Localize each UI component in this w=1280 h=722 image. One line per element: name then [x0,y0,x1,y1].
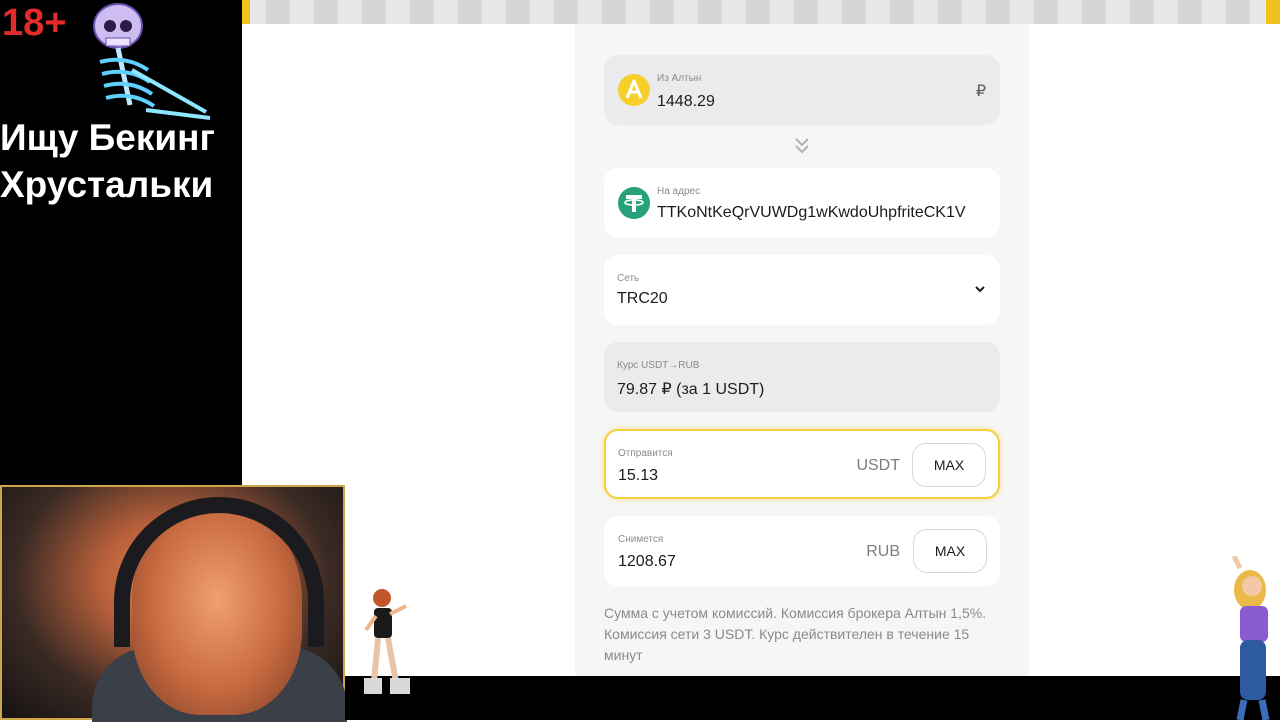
stream-title: Ищу Бекинг Хрустальки [0,114,215,208]
rate-value: 79.87 ₽ (за 1 USDT) [617,381,765,398]
stream-title-line-2: Хрустальки [0,164,214,205]
dancer-left-sticker [364,589,410,694]
tether-coin-icon [618,187,650,219]
send-amount-field[interactable]: Отправится 15.13 USDT MAX [604,429,1000,499]
network-value: TRC20 [617,290,668,307]
from-amount: 1448.29 [657,93,715,110]
send-unit: USDT [856,457,900,474]
age-badge: 18+ [2,2,67,44]
to-label: На адрес [657,186,701,197]
rate-label: Курс USDT→RUB [617,360,700,371]
top-strip-accent-right [1266,0,1280,24]
ruble-symbol: ₽ [975,83,986,100]
to-address-field[interactable]: На адрес TTKoNtKeQrVUWDg1wKwdoUhpfriteCK… [604,168,1000,238]
debit-amount-input[interactable]: 1208.67 [618,553,676,571]
stream-title-line-1: Ищу Бекинг [0,117,215,158]
top-strip-accent-left [242,0,250,24]
debit-max-button[interactable]: MAX [913,529,987,573]
bottom-stream-bar [345,676,1280,720]
from-label: Из Алтын [657,73,702,84]
debit-unit: RUB [866,543,900,560]
to-address: TTKoNtKeQrVUWDg1wKwdoUhpfriteCK1V [657,204,966,221]
chevron-down-icon [975,286,985,293]
network-label: Сеть [617,273,640,284]
send-label: Отправится [618,448,673,459]
rate-info: Курс USDT→RUB 79.87 ₽ (за 1 USDT) [604,342,1000,412]
dancer-right-sticker [1231,556,1270,720]
webcam-feed [0,485,347,722]
skeleton-icon [93,3,211,120]
top-stream-strip [242,0,1280,24]
stream-overlay-panel: 18+ Ищу Бекинг Хрустальки [0,0,242,487]
commission-note: Сумма с учетом комиссий. Комиссия брокер… [604,605,987,663]
debit-label: Снимется [618,534,664,545]
send-amount-input[interactable]: 15.13 [618,467,658,485]
from-account-field[interactable]: Из Алтын 1448.29 ₽ [604,55,1000,125]
headphones-icon [114,497,324,647]
double-chevron-down-icon[interactable] [792,136,812,156]
send-max-button[interactable]: MAX [912,443,986,487]
debit-amount-field[interactable]: Снимется 1208.67 RUB MAX [604,516,1000,586]
altyn-coin-icon [618,74,650,106]
network-select[interactable]: Сеть TRC20 [604,255,1000,325]
